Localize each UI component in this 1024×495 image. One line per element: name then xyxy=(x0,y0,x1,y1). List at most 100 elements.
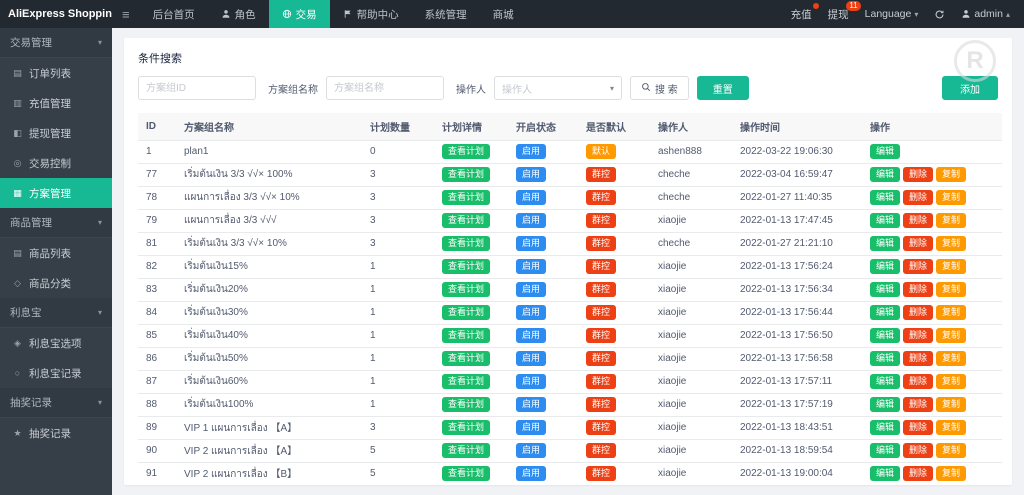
delete-button[interactable]: 删除 xyxy=(903,351,933,366)
nav-item-5[interactable]: 商城 xyxy=(480,0,527,28)
edit-button[interactable]: 编辑 xyxy=(870,328,900,343)
copy-button[interactable]: 复制 xyxy=(936,466,966,481)
copy-button[interactable]: 复制 xyxy=(936,236,966,251)
default-flag-badge[interactable]: 群控 xyxy=(586,236,616,251)
view-plan-button[interactable]: 查看计划 xyxy=(442,144,490,159)
sidebar-item-interest-option[interactable]: ◈利息宝选项 xyxy=(0,328,112,358)
language-selector[interactable]: Language ▾ xyxy=(865,8,919,20)
view-plan-button[interactable]: 查看计划 xyxy=(442,305,490,320)
status-badge[interactable]: 启用 xyxy=(516,305,546,320)
status-badge[interactable]: 启用 xyxy=(516,259,546,274)
status-badge[interactable]: 启用 xyxy=(516,282,546,297)
delete-button[interactable]: 删除 xyxy=(903,328,933,343)
menu-toggle-icon[interactable]: ≡ xyxy=(112,0,140,28)
view-plan-button[interactable]: 查看计划 xyxy=(442,190,490,205)
sidebar-item-goods-category[interactable]: ◇商品分类 xyxy=(0,268,112,298)
copy-button[interactable]: 复制 xyxy=(936,374,966,389)
copy-button[interactable]: 复制 xyxy=(936,420,966,435)
delete-button[interactable]: 删除 xyxy=(903,190,933,205)
copy-button[interactable]: 复制 xyxy=(936,443,966,458)
copy-button[interactable]: 复制 xyxy=(936,213,966,228)
edit-button[interactable]: 编辑 xyxy=(870,374,900,389)
search-button[interactable]: 搜 索 xyxy=(630,76,689,100)
view-plan-button[interactable]: 查看计划 xyxy=(442,328,490,343)
sidebar-item-order-list[interactable]: ▤订单列表 xyxy=(0,58,112,88)
status-badge[interactable]: 启用 xyxy=(516,236,546,251)
edit-button[interactable]: 编辑 xyxy=(870,443,900,458)
copy-button[interactable]: 复制 xyxy=(936,167,966,182)
plan-group-name-input[interactable] xyxy=(326,76,444,100)
sidebar-item-lottery-star[interactable]: ★抽奖记录 xyxy=(0,418,112,448)
nav-item-1[interactable]: 角色 xyxy=(208,0,269,28)
default-flag-badge[interactable]: 群控 xyxy=(586,466,616,481)
operator-select[interactable]: 操作人 ▾ xyxy=(494,76,622,100)
edit-button[interactable]: 编辑 xyxy=(870,259,900,274)
delete-button[interactable]: 删除 xyxy=(903,420,933,435)
view-plan-button[interactable]: 查看计划 xyxy=(442,420,490,435)
default-flag-badge[interactable]: 群控 xyxy=(586,190,616,205)
edit-button[interactable]: 编辑 xyxy=(870,351,900,366)
default-flag-badge[interactable]: 群控 xyxy=(586,259,616,274)
view-plan-button[interactable]: 查看计划 xyxy=(442,213,490,228)
view-plan-button[interactable]: 查看计划 xyxy=(442,443,490,458)
default-flag-badge[interactable]: 群控 xyxy=(586,282,616,297)
refresh-icon[interactable] xyxy=(934,9,945,20)
recharge-nav[interactable]: 充值 xyxy=(791,7,812,22)
delete-button[interactable]: 删除 xyxy=(903,259,933,274)
default-flag-badge[interactable]: 群控 xyxy=(586,213,616,228)
plan-group-id-input[interactable] xyxy=(138,76,256,100)
sidebar-item-goods-list[interactable]: ▤商品列表 xyxy=(0,238,112,268)
edit-button[interactable]: 编辑 xyxy=(870,397,900,412)
delete-button[interactable]: 删除 xyxy=(903,397,933,412)
view-plan-button[interactable]: 查看计划 xyxy=(442,397,490,412)
delete-button[interactable]: 删除 xyxy=(903,374,933,389)
edit-button[interactable]: 编辑 xyxy=(870,213,900,228)
status-badge[interactable]: 启用 xyxy=(516,190,546,205)
sidebar-item-plan-folder[interactable]: ▦方案管理 xyxy=(0,178,112,208)
sidebar-group-2[interactable]: 利息宝▾ xyxy=(0,298,112,328)
delete-button[interactable]: 删除 xyxy=(903,466,933,481)
sidebar-group-1[interactable]: 商品管理▾ xyxy=(0,208,112,238)
withdraw-nav[interactable]: 提现 11 xyxy=(828,7,849,22)
sidebar-item-trade-control[interactable]: ◎交易控制 xyxy=(0,148,112,178)
status-badge[interactable]: 启用 xyxy=(516,397,546,412)
sidebar-item-withdraw[interactable]: ◧提现管理 xyxy=(0,118,112,148)
copy-button[interactable]: 复制 xyxy=(936,259,966,274)
default-flag-badge[interactable]: 群控 xyxy=(586,328,616,343)
copy-button[interactable]: 复制 xyxy=(936,190,966,205)
delete-button[interactable]: 删除 xyxy=(903,305,933,320)
view-plan-button[interactable]: 查看计划 xyxy=(442,466,490,481)
copy-button[interactable]: 复制 xyxy=(936,328,966,343)
copy-button[interactable]: 复制 xyxy=(936,305,966,320)
view-plan-button[interactable]: 查看计划 xyxy=(442,374,490,389)
delete-button[interactable]: 删除 xyxy=(903,213,933,228)
default-flag-badge[interactable]: 群控 xyxy=(586,443,616,458)
status-badge[interactable]: 启用 xyxy=(516,374,546,389)
sidebar-item-interest-record[interactable]: ○利息宝记录 xyxy=(0,358,112,388)
view-plan-button[interactable]: 查看计划 xyxy=(442,351,490,366)
view-plan-button[interactable]: 查看计划 xyxy=(442,282,490,297)
default-flag-badge[interactable]: 默认 xyxy=(586,144,616,159)
status-badge[interactable]: 启用 xyxy=(516,167,546,182)
edit-button[interactable]: 编辑 xyxy=(870,144,900,159)
default-flag-badge[interactable]: 群控 xyxy=(586,420,616,435)
status-badge[interactable]: 启用 xyxy=(516,351,546,366)
nav-item-4[interactable]: 系统管理 xyxy=(412,0,480,28)
add-button[interactable]: 添加 xyxy=(942,76,998,100)
copy-button[interactable]: 复制 xyxy=(936,397,966,412)
edit-button[interactable]: 编辑 xyxy=(870,236,900,251)
delete-button[interactable]: 删除 xyxy=(903,236,933,251)
default-flag-badge[interactable]: 群控 xyxy=(586,351,616,366)
sidebar-item-recharge[interactable]: ▥充值管理 xyxy=(0,88,112,118)
status-badge[interactable]: 启用 xyxy=(516,420,546,435)
edit-button[interactable]: 编辑 xyxy=(870,190,900,205)
nav-item-0[interactable]: 后台首页 xyxy=(140,0,208,28)
sidebar-group-0[interactable]: 交易管理▾ xyxy=(0,28,112,58)
nav-item-2[interactable]: 交易 xyxy=(269,0,330,28)
default-flag-badge[interactable]: 群控 xyxy=(586,167,616,182)
view-plan-button[interactable]: 查看计划 xyxy=(442,259,490,274)
status-badge[interactable]: 启用 xyxy=(516,213,546,228)
view-plan-button[interactable]: 查看计划 xyxy=(442,167,490,182)
delete-button[interactable]: 删除 xyxy=(903,167,933,182)
status-badge[interactable]: 启用 xyxy=(516,443,546,458)
